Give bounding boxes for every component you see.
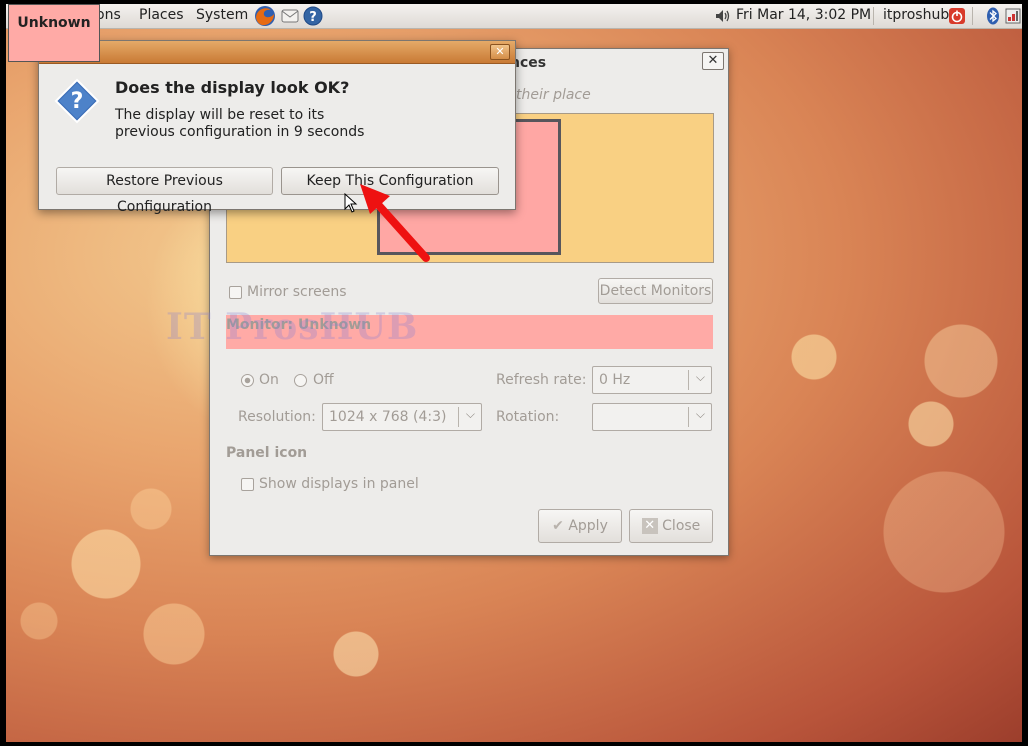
firefox-icon[interactable] [254,5,276,27]
resolution-combo[interactable]: 1024 x 768 (4:3) ⌵ [322,403,482,431]
check-icon: ✔ [552,518,564,534]
menu-system[interactable]: System [196,7,248,23]
volume-icon[interactable] [714,7,732,25]
close-label: Close [662,518,701,534]
watermark-text: IT ProsHUB [166,306,419,348]
mirror-screens-checkbox[interactable] [229,286,242,299]
svg-text:?: ? [309,10,317,25]
panel-separator [972,7,973,25]
on-label: On [259,372,279,388]
dialog-titlebar: ✕ [39,41,515,64]
show-displays-checkbox[interactable] [241,478,254,491]
panel-icon-heading: Panel icon [226,445,308,461]
off-label: Off [313,372,334,388]
refresh-rate-label: Refresh rate: [496,372,587,388]
network-icon[interactable] [1004,7,1022,25]
dialog-heading: Does the display look OK? [115,78,350,97]
panel-separator [873,7,874,25]
unknown-monitor-badge: Unknown [8,4,100,62]
mail-icon[interactable] [280,6,300,26]
svg-text:?: ? [71,89,84,114]
desktop: ons Places System ? Fri Mar 14, 3:02 PM … [6,4,1022,742]
apply-button[interactable]: ✔ Apply [538,509,622,543]
user-menu[interactable]: itproshub [883,7,949,23]
close-button[interactable]: ✕ Close [629,509,713,543]
chevron-down-icon: ⌵ [695,407,705,421]
close-icon[interactable]: ✕ [490,44,510,60]
on-radio[interactable] [241,374,254,387]
detect-monitors-button[interactable]: Detect Monitors [598,278,713,304]
close-icon: ✕ [641,518,658,534]
off-radio[interactable] [294,374,307,387]
mouse-cursor-icon [344,193,358,213]
bluetooth-icon[interactable] [984,7,1002,25]
apply-label: Apply [568,518,608,534]
rotation-combo[interactable]: ⌵ [592,403,712,431]
top-panel: ons Places System ? Fri Mar 14, 3:02 PM … [6,4,1022,29]
dialog-message: The display will be reset to its previou… [115,107,415,141]
help-icon[interactable]: ? [303,6,323,26]
arrange-hint: their place [516,87,591,103]
chevron-down-icon: ⌵ [465,407,475,421]
menu-places[interactable]: Places [139,7,184,23]
dialog-message-line: The display will be reset to its [115,107,325,123]
mirror-screens-label: Mirror screens [247,284,347,300]
question-icon: ? [54,78,100,124]
refresh-rate-value: 0 Hz [599,372,631,388]
close-icon[interactable]: ✕ [702,52,724,70]
chevron-down-icon: ⌵ [695,370,705,384]
restore-previous-button[interactable]: Restore Previous Configuration [56,167,273,215]
power-icon[interactable] [948,7,966,25]
rotation-label: Rotation: [496,409,560,425]
dialog-message-line: previous configuration in 9 seconds [115,124,365,140]
resolution-value: 1024 x 768 (4:3) [329,409,447,425]
clock[interactable]: Fri Mar 14, 3:02 PM [736,7,871,23]
refresh-rate-combo[interactable]: 0 Hz ⌵ [592,366,712,394]
show-displays-label: Show displays in panel [259,476,419,492]
resolution-label: Resolution: [238,409,316,425]
